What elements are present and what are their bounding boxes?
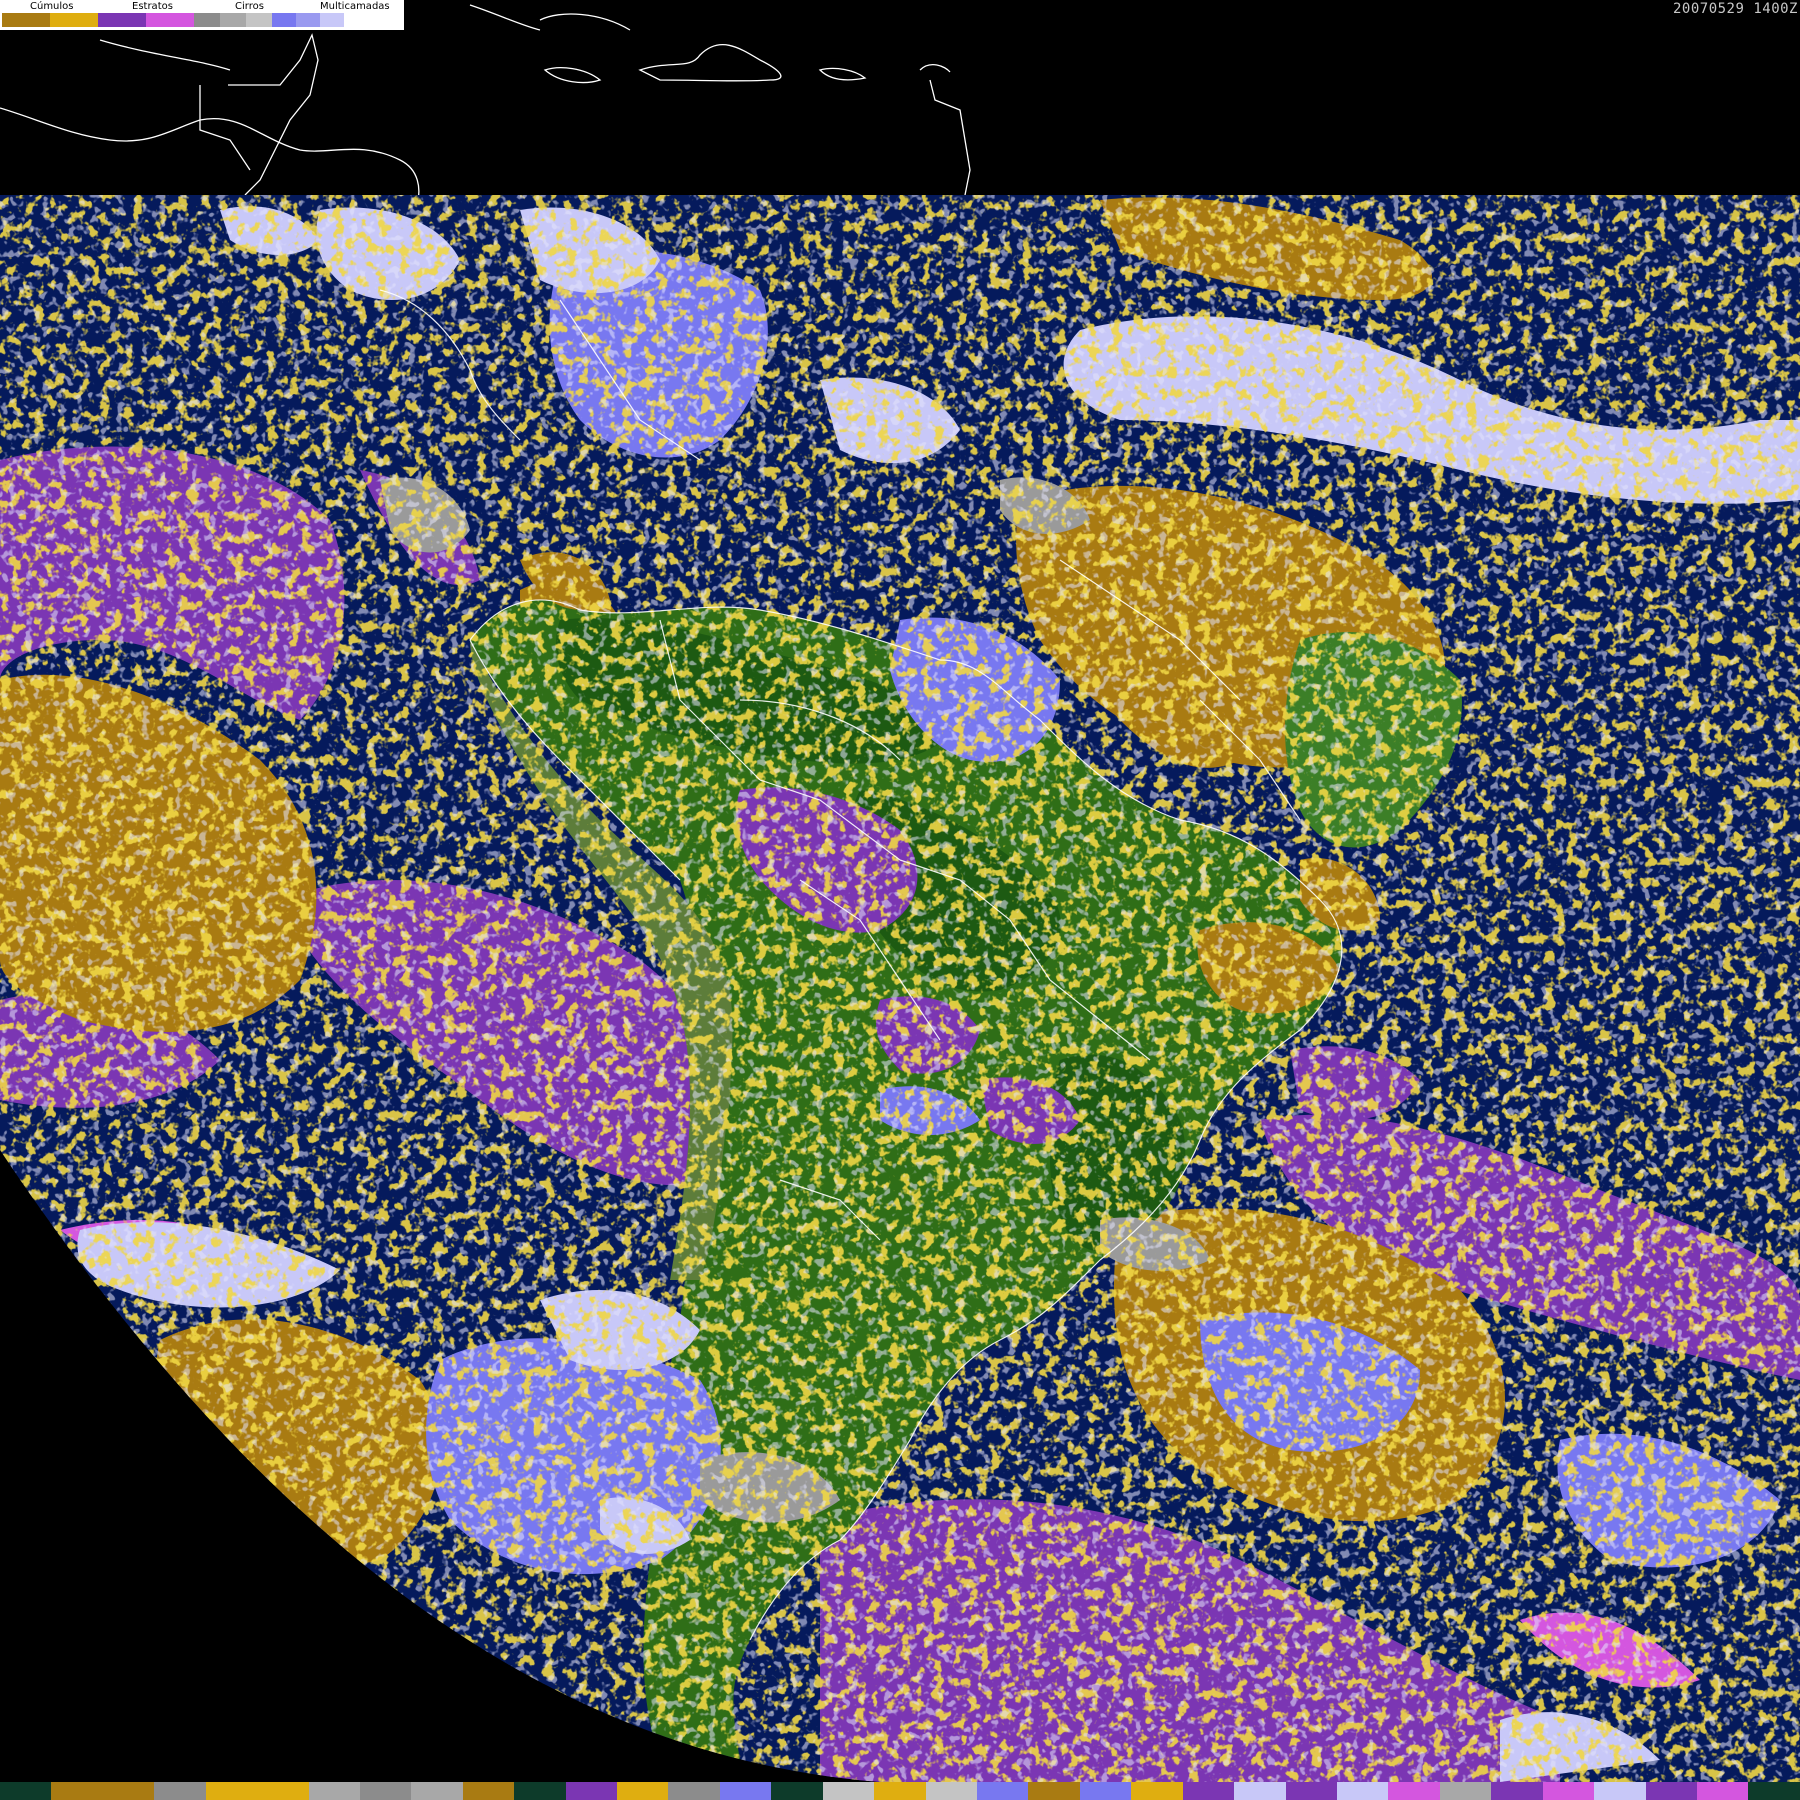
- bottom-strip-cell: [874, 1782, 926, 1800]
- bottom-strip-cell: [1182, 1782, 1235, 1800]
- bottom-strip-cell: [1336, 1782, 1389, 1800]
- legend-swatch: [296, 13, 320, 27]
- bottom-strip-cell: [1285, 1782, 1337, 1800]
- bottom-strip-cell: [925, 1782, 978, 1800]
- legend-label-cirros: Cirros: [235, 1, 264, 12]
- bottom-strip-cell: [1696, 1782, 1749, 1800]
- bottom-strip-cell: [1594, 1782, 1646, 1800]
- bottom-strip-cell: [0, 1782, 52, 1800]
- legend-label-cumulos: Cúmulos: [30, 1, 74, 12]
- legend-swatch: [194, 13, 220, 27]
- legend-swatch: [272, 13, 296, 27]
- legend-swatch: [2, 13, 50, 27]
- legend-swatch: [146, 13, 194, 27]
- bottom-strip-cell: [1748, 1782, 1800, 1800]
- bottom-strip-cell: [1234, 1782, 1286, 1800]
- bottom-strip-cell: [308, 1782, 360, 1800]
- bottom-strip-cell: [771, 1782, 823, 1800]
- bottom-strip-cell: [1439, 1782, 1492, 1800]
- bottom-strip-cell: [51, 1782, 103, 1800]
- bottom-strip-cell: [719, 1782, 772, 1800]
- bottom-strip-cell: [668, 1782, 720, 1800]
- bottom-strip-cell: [1491, 1782, 1543, 1800]
- bottom-strip-cell: [1645, 1782, 1697, 1800]
- bottom-strip-cell: [462, 1782, 515, 1800]
- bottom-strip-cell: [514, 1782, 566, 1800]
- bottom-strip-cell: [411, 1782, 463, 1800]
- bottom-strip-cell: [565, 1782, 618, 1800]
- bottom-strip-cell: [154, 1782, 206, 1800]
- image-timestamp: 20070529 1400Z: [1672, 1, 1798, 17]
- bottom-strip-cell: [1388, 1782, 1440, 1800]
- bottom-strip-cell: [1028, 1782, 1080, 1800]
- satellite-cloud-classification-map: [0, 0, 1800, 1800]
- bottom-strip-cell: [359, 1782, 412, 1800]
- legend-swatch: [320, 13, 344, 27]
- legend-swatch: [98, 13, 146, 27]
- legend-swatch: [50, 13, 98, 27]
- bottom-strip-cell: [1542, 1782, 1595, 1800]
- bottom-strip-cell: [977, 1782, 1029, 1800]
- legend-label-estratos: Estratos: [132, 1, 173, 12]
- bottom-color-strip: [0, 1782, 1800, 1800]
- bottom-strip-cell: [102, 1782, 155, 1800]
- legend-label-multicamadas: Multicamadas: [320, 1, 390, 12]
- cloud-type-legend: Cúmulos Estratos Cirros Multicamadas: [0, 0, 404, 30]
- bottom-strip-cell: [205, 1782, 258, 1800]
- bottom-strip-cell: [1131, 1782, 1183, 1800]
- legend-swatch: [344, 13, 368, 27]
- legend-swatch: [246, 13, 272, 27]
- bottom-strip-cell: [257, 1782, 309, 1800]
- bottom-strip-cell: [617, 1782, 669, 1800]
- bottom-strip-cell: [822, 1782, 875, 1800]
- legend-swatch: [220, 13, 246, 27]
- bottom-strip-cell: [1079, 1782, 1132, 1800]
- legend-swatches: [2, 13, 368, 27]
